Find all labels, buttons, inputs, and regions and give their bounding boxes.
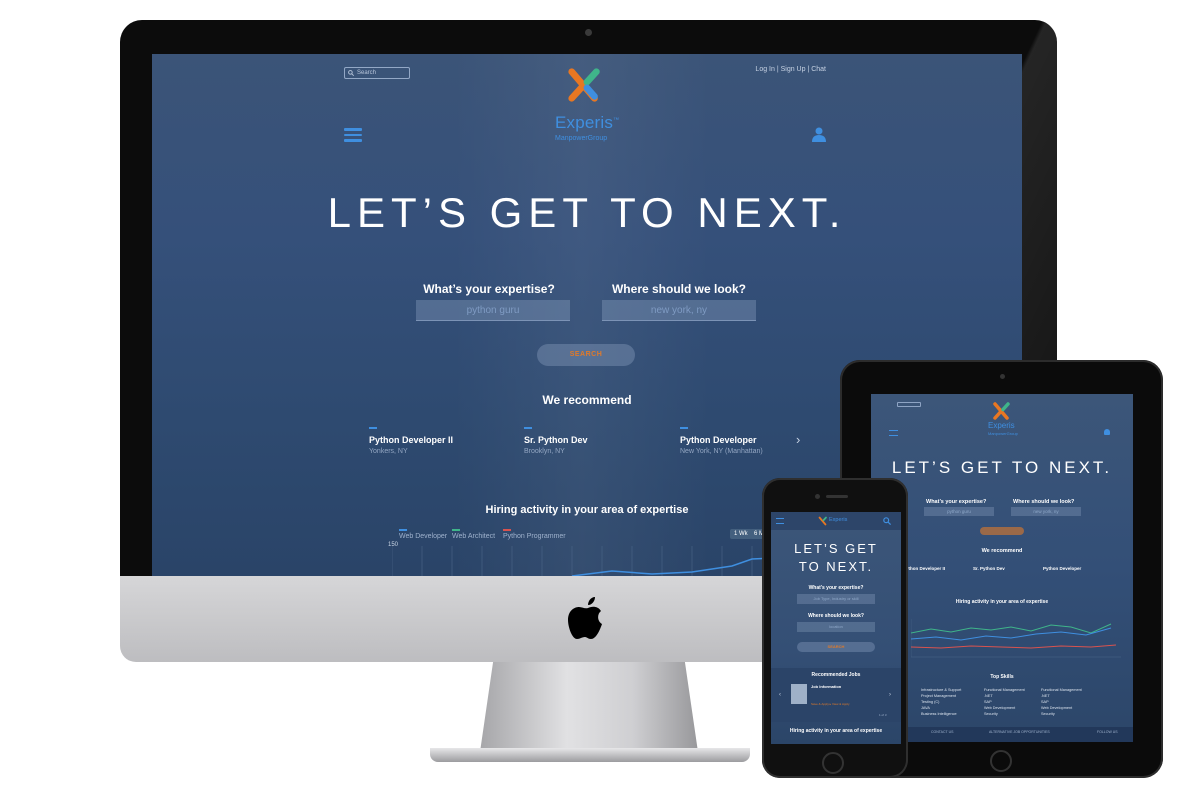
brand-sub: ManpowerGroup [555,135,608,142]
user-icon[interactable] [812,127,826,142]
expertise-label: What’s your expertise? [423,282,555,296]
job-title: Python Developer II [369,435,454,445]
phone-location-input[interactable]: location [797,622,875,632]
brand-name: Experis™ [555,113,620,132]
phone-next-arrow-icon[interactable]: › [889,692,891,698]
phone-prev-arrow-icon[interactable]: ‹ [779,692,781,698]
phone-screen: Experis LET’S GET TO NEXT. What’s your e… [771,512,901,744]
phone-search-icon[interactable] [883,517,891,525]
recommendation-card[interactable]: Python Developer II Yonkers, NY [369,427,509,455]
recommendation-card[interactable]: Sr. Python Dev Brooklyn, NY [524,427,664,455]
range-1wk-button[interactable]: 1 Wk [730,529,752,539]
tablet-job-title[interactable]: Python Developer II [903,566,945,571]
ipad-camera [1000,374,1005,379]
menu-icon[interactable] [344,128,362,142]
location-input[interactable]: new york, ny [602,300,756,321]
search-button[interactable]: SEARCH [537,344,635,366]
hero-headline: LET’S GET TO NEXT. [327,189,847,236]
location-label: Where should we look? [611,282,746,296]
phone-hero: LET’S GET TO NEXT. [794,541,878,574]
search-placeholder: Search [357,70,377,76]
tablet-location-label: Where should we look? [1013,499,1075,505]
phone-logo-icon [818,516,827,526]
phone-location-label: Where should we look? [808,613,864,619]
apple-logo-icon [568,597,602,639]
tablet-menu-icon[interactable] [889,430,898,436]
iphone-speaker [826,495,848,498]
account-links[interactable]: Log In | Sign Up | Chat [755,66,826,73]
tablet-brand-name: Experis [988,421,1015,430]
search-input[interactable]: Search [344,67,410,79]
expertise-input[interactable]: python guru [416,300,570,321]
imac-foot [430,748,750,762]
phone-hiring-title: Hiring activity in your area of expertis… [789,728,883,734]
tablet-brand-sub: ManpowerGroup [988,431,1018,436]
job-location: New York, NY (Manhattan) [680,448,763,455]
phone-menu-icon[interactable] [776,518,784,524]
phone-recommended-title: Recommended Jobs [811,672,861,678]
tablet-hiring-title: Hiring activity in your area of expertis… [955,599,1049,605]
tablet-expertise-input[interactable]: python guru [924,507,994,516]
job-location: Brooklyn, NY [524,448,565,455]
phone-job-link[interactable]: Save & Apply ▸ View & Apply [811,702,849,706]
iphone-home-button[interactable] [822,752,844,774]
phone-brand-name: Experis [829,517,848,523]
tablet-search-input[interactable] [897,402,921,407]
tablet-job-title[interactable]: Sr. Python Dev [973,566,1005,571]
phone-expertise-label: What’s your expertise? [808,585,864,591]
tablet-user-icon[interactable] [1104,429,1110,435]
job-title: Sr. Python Dev [524,435,588,445]
legend-web-architect: Web Architect [452,529,495,540]
tablet-skills-col: Infrastructure & Support Project Manageme… [921,688,962,716]
iphone-camera [815,494,820,499]
tablet-job-title[interactable]: Python Developer [1043,566,1081,571]
ipad-home-button[interactable] [990,750,1012,772]
search-icon [348,70,354,76]
experis-logo-icon [568,68,600,102]
tablet-footer: CONTACT US ALTERNATIVE JOB OPPORTUNITIES… [871,727,1133,742]
tablet-location-input[interactable]: new york, ny [1011,507,1081,516]
tablet-expertise-label: What’s your expertise? [926,499,987,505]
legend-web-developer: Web Developer [399,529,447,540]
tablet-logo-icon [993,402,1010,420]
phone-job-avatar [791,684,807,704]
legend-python-programmer: Python Programmer [503,529,566,540]
phone-search-button[interactable]: SEARCH [797,642,875,652]
tablet-top-skills-title: Top Skills [990,674,1014,680]
phone-expertise-input[interactable]: Job Type, Industry or skill [797,594,875,604]
imac-camera [585,29,592,36]
tablet-hero: LET’S GET TO NEXT. [891,458,1113,477]
job-location: Yonkers, NY [369,448,408,455]
tablet-screen: Experis ManpowerGroup LET’S GET TO NEXT.… [871,394,1133,742]
tablet-recommend-title: We recommend [981,548,1023,554]
phone-pager: 1 of 3 [879,713,887,717]
next-arrow-icon[interactable]: › [796,432,800,447]
phone-job-title[interactable]: Job Information [811,684,841,689]
imac-stand [480,662,698,752]
tablet-search-button[interactable] [980,527,1024,535]
tablet-skills-col: Functional Management .NET SAP Web Developm… [1041,688,1082,716]
tablet-hiring-chart [911,619,1121,658]
tablet-skills-col: Functional Management .NET SAP Web Developm… [984,688,1025,716]
